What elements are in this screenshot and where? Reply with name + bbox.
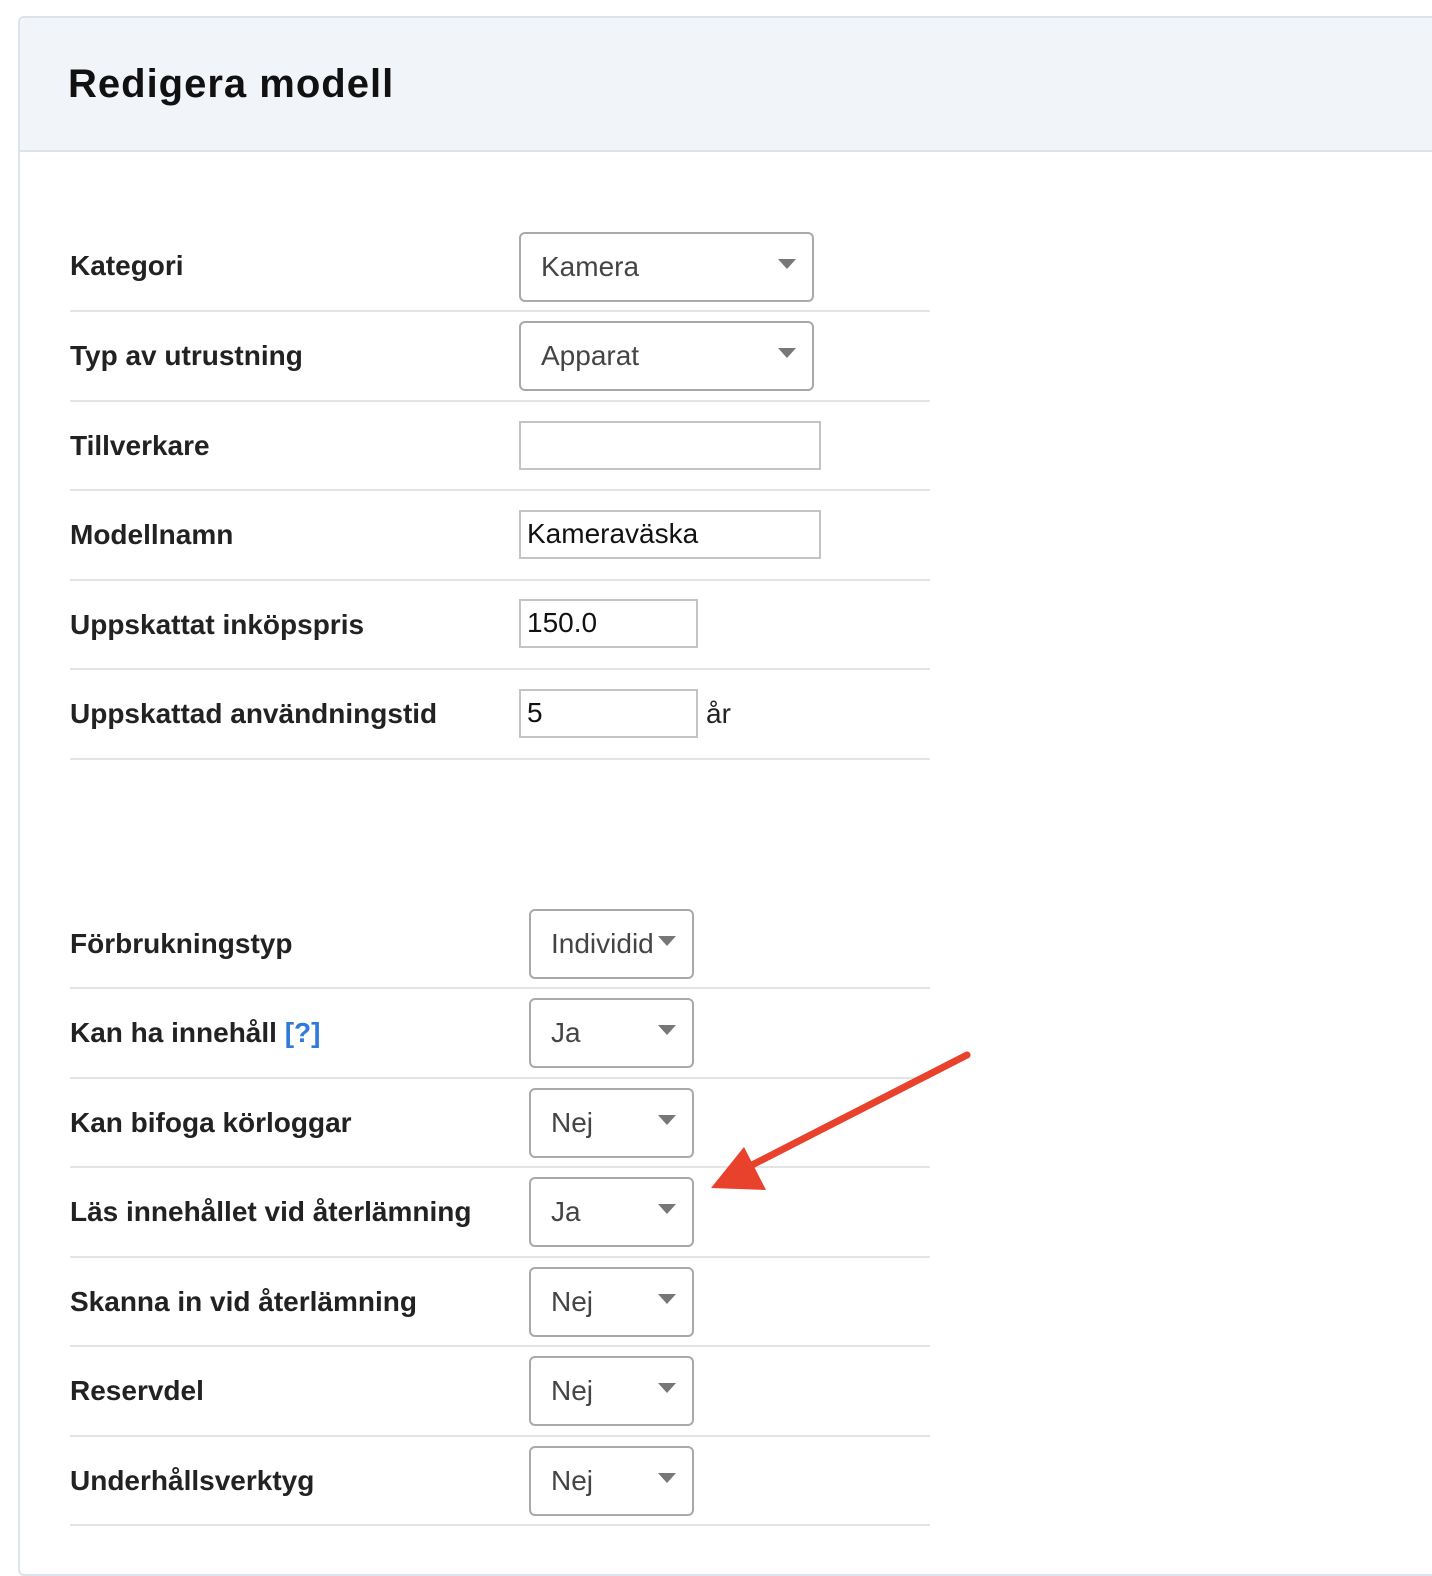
red-arrow-annotation (711, 1051, 971, 1190)
